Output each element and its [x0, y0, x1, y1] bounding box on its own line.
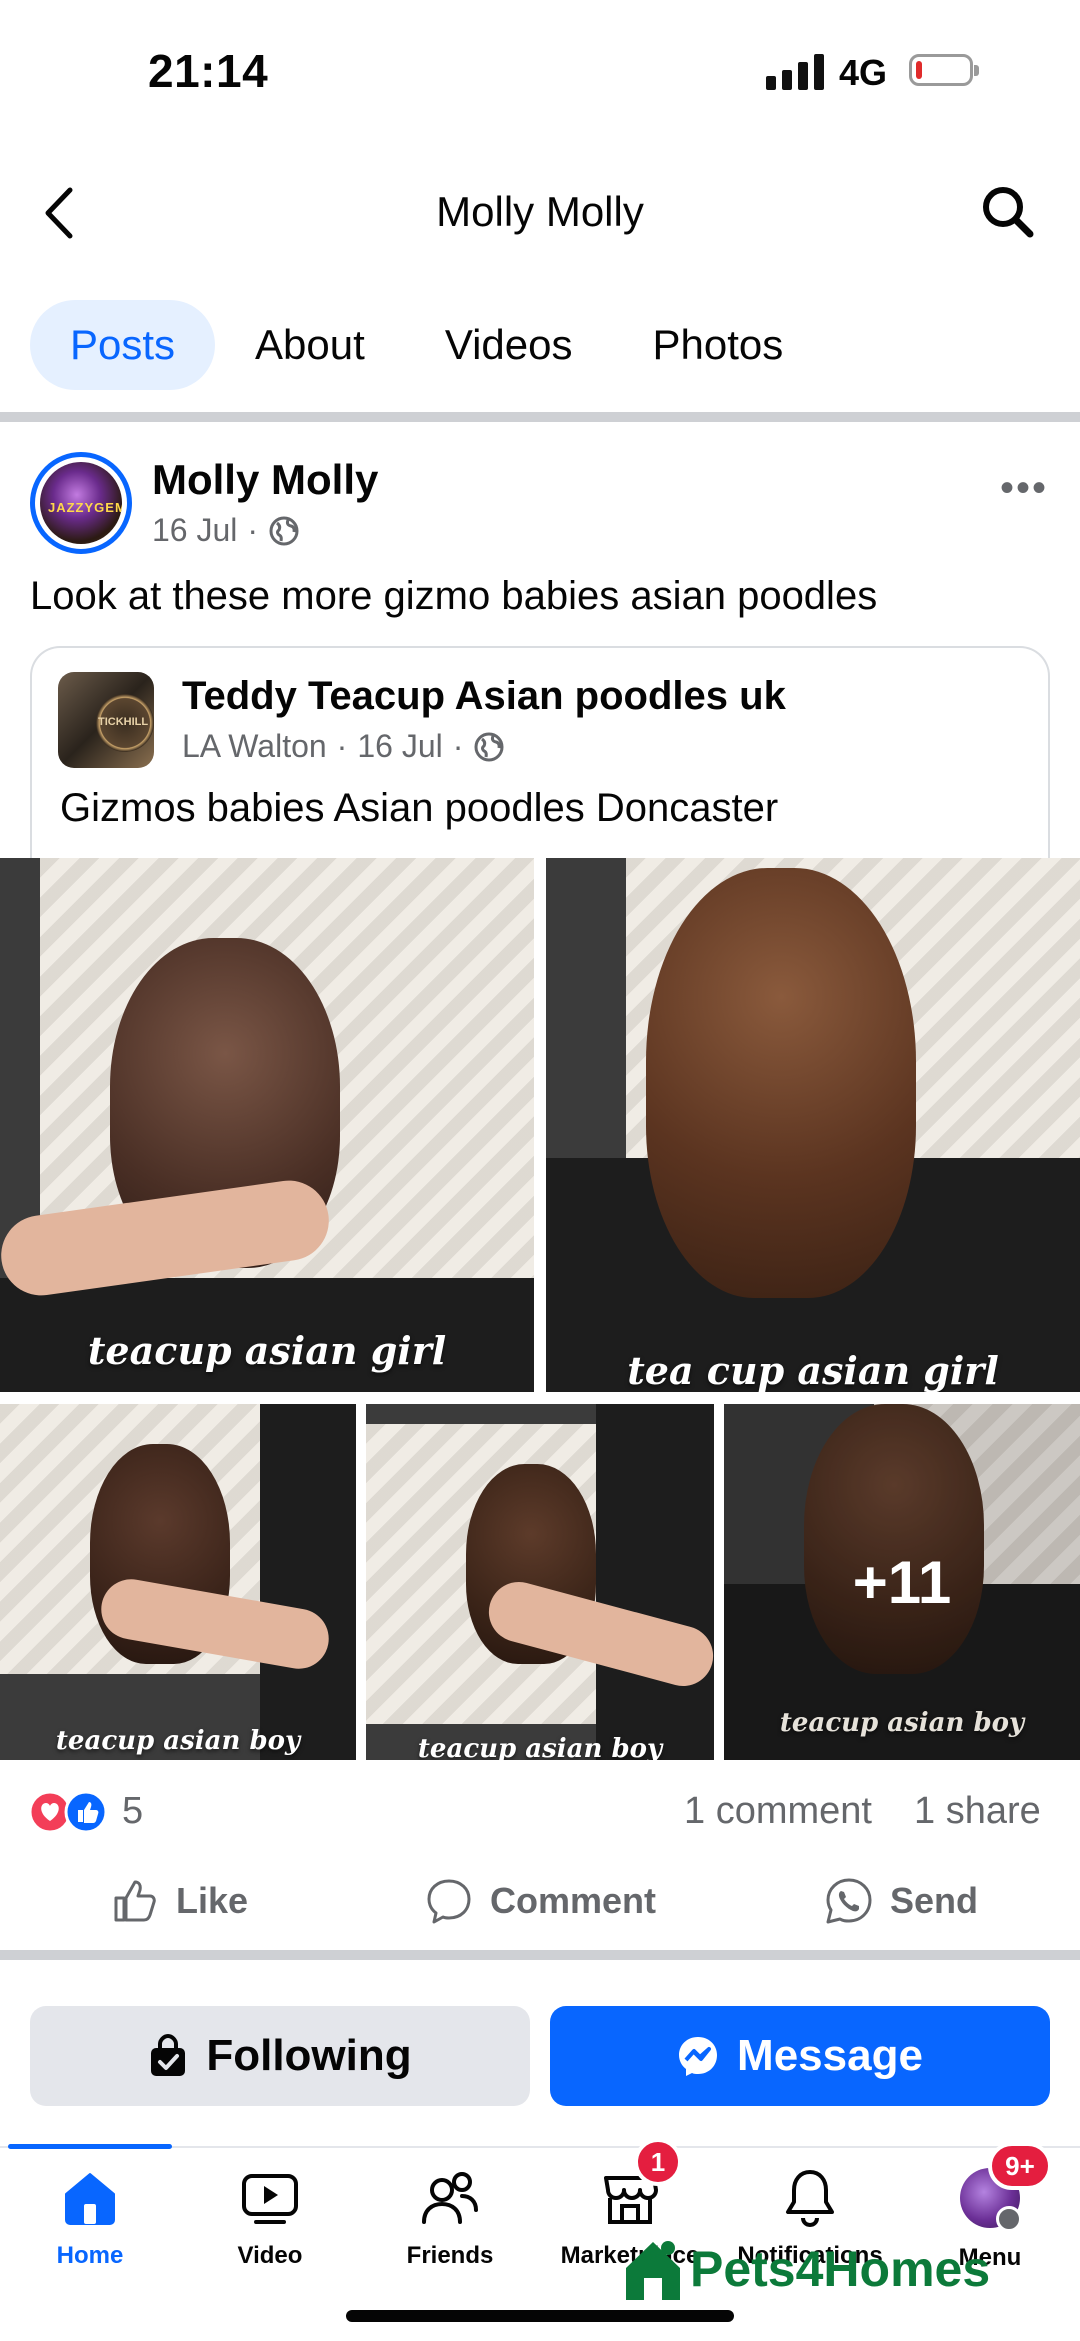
shared-avatar-logo-text: TICKHILL — [98, 716, 149, 728]
nav-video[interactable]: Video — [180, 2166, 360, 2270]
section-divider — [0, 412, 1080, 422]
following-check-icon — [151, 2034, 186, 2076]
menu-icon — [996, 2206, 1022, 2232]
meta-separator: · — [336, 728, 348, 764]
nav-label: Friends — [406, 2242, 494, 2269]
post-meta: 16 Jul · — [152, 512, 300, 549]
author-avatar[interactable]: JAZZYGEM — [30, 452, 132, 554]
page-title: Molly Molly — [436, 188, 644, 235]
profile-tabs: Posts About Videos Photos — [30, 300, 823, 390]
message-button[interactable]: Message — [550, 2006, 1050, 2106]
watermark-text: Pets4Homes — [690, 2241, 991, 2297]
thumbs-up-icon — [114, 1880, 156, 1922]
photo-5[interactable]: +11 teacup asian boy — [724, 1404, 1080, 1760]
following-button[interactable]: Following — [30, 2006, 530, 2106]
tab-about[interactable]: About — [215, 300, 405, 390]
avatar-logo-text: JAZZYGEM — [48, 500, 122, 515]
photo-4[interactable]: teacup asian boy — [366, 1404, 714, 1760]
reaction-icons[interactable] — [28, 1790, 114, 1834]
messenger-icon — [679, 2037, 718, 2076]
photo-3[interactable]: teacup asian boy — [0, 1404, 356, 1760]
globe-icon — [269, 516, 299, 545]
signal-icon — [766, 52, 824, 90]
reaction-count[interactable]: 5 — [122, 1790, 143, 1833]
nav-friends[interactable]: Friends — [360, 2166, 540, 2270]
comment-label: Comment — [490, 1880, 657, 1921]
globe-icon — [474, 732, 504, 761]
home-indicator[interactable] — [346, 2310, 734, 2322]
post-date[interactable]: 16 Jul — [152, 512, 237, 549]
shared-post-date[interactable]: 16 Jul — [357, 728, 442, 765]
shared-post-text: Gizmos babies Asian poodles Doncaster — [60, 786, 779, 830]
comment-icon — [427, 1879, 471, 1924]
like-label: Like — [176, 1880, 249, 1921]
pets4homes-watermark: Pets4Homes — [622, 2234, 990, 2304]
friends-icon — [422, 2172, 478, 2224]
tab-posts[interactable]: Posts — [30, 300, 216, 390]
home-icon — [65, 2173, 115, 2225]
nav-home[interactable]: Home — [0, 2166, 180, 2270]
bell-icon — [786, 2170, 834, 2228]
post-author-name[interactable]: Molly Molly — [152, 456, 378, 504]
comments-count[interactable]: 1 comment — [684, 1790, 872, 1833]
network-type: 4G — [839, 52, 888, 93]
following-label: Following — [206, 2031, 412, 2080]
more-photos-count: +11 — [724, 1404, 1080, 1760]
comment-button[interactable]: Comment — [424, 1866, 656, 1936]
meta-separator: · — [247, 512, 259, 548]
status-time: 21:14 — [148, 45, 269, 97]
search-button[interactable] — [980, 184, 1036, 240]
shared-author-name[interactable]: Teddy Teacup Asian poodles uk — [182, 674, 786, 719]
post-text: Look at these more gizmo babies asian po… — [30, 574, 878, 618]
shared-post-meta: LA Walton · 16 Jul · — [182, 728, 505, 765]
message-label: Message — [737, 2031, 923, 2080]
photo-caption: teacup asian boy — [417, 1734, 663, 1760]
photo-1[interactable]: teacup asian girl — [0, 858, 534, 1392]
tab-photos[interactable]: Photos — [612, 300, 823, 390]
video-icon — [242, 2174, 298, 2224]
search-icon — [983, 187, 1034, 238]
love-reaction-icon — [28, 1790, 72, 1834]
photo-caption: teacup asian girl — [87, 1328, 447, 1373]
send-button[interactable]: Send — [824, 1866, 978, 1936]
pets4homes-logo-icon — [626, 2241, 680, 2300]
notification-badge: 9+ — [988, 2142, 1052, 2190]
send-label: Send — [890, 1880, 979, 1921]
nav-label: Home — [56, 2242, 124, 2269]
photo-caption: teacup asian boy — [779, 1708, 1025, 1738]
like-button[interactable]: Like — [110, 1866, 248, 1936]
photo-caption: tea cup asian girl — [627, 1348, 999, 1392]
nav-active-indicator — [8, 2144, 172, 2149]
notification-badge: 1 — [634, 2138, 682, 2186]
shared-author-avatar[interactable]: TICKHILL — [58, 672, 154, 768]
like-reaction-icon — [64, 1790, 108, 1834]
section-divider — [0, 1950, 1080, 1960]
more-options-button[interactable]: ••• — [1000, 466, 1048, 511]
nav-label: Video — [237, 2242, 303, 2269]
tab-videos[interactable]: Videos — [405, 300, 613, 390]
battery-icon — [909, 54, 979, 86]
photo-2[interactable]: tea cup asian girl — [546, 858, 1080, 1392]
meta-separator: · — [452, 728, 464, 764]
whatsapp-icon — [826, 1878, 872, 1924]
shares-count[interactable]: 1 share — [914, 1790, 1041, 1833]
shared-poster-name[interactable]: LA Walton — [182, 728, 327, 765]
photo-caption: teacup asian boy — [55, 1726, 301, 1756]
